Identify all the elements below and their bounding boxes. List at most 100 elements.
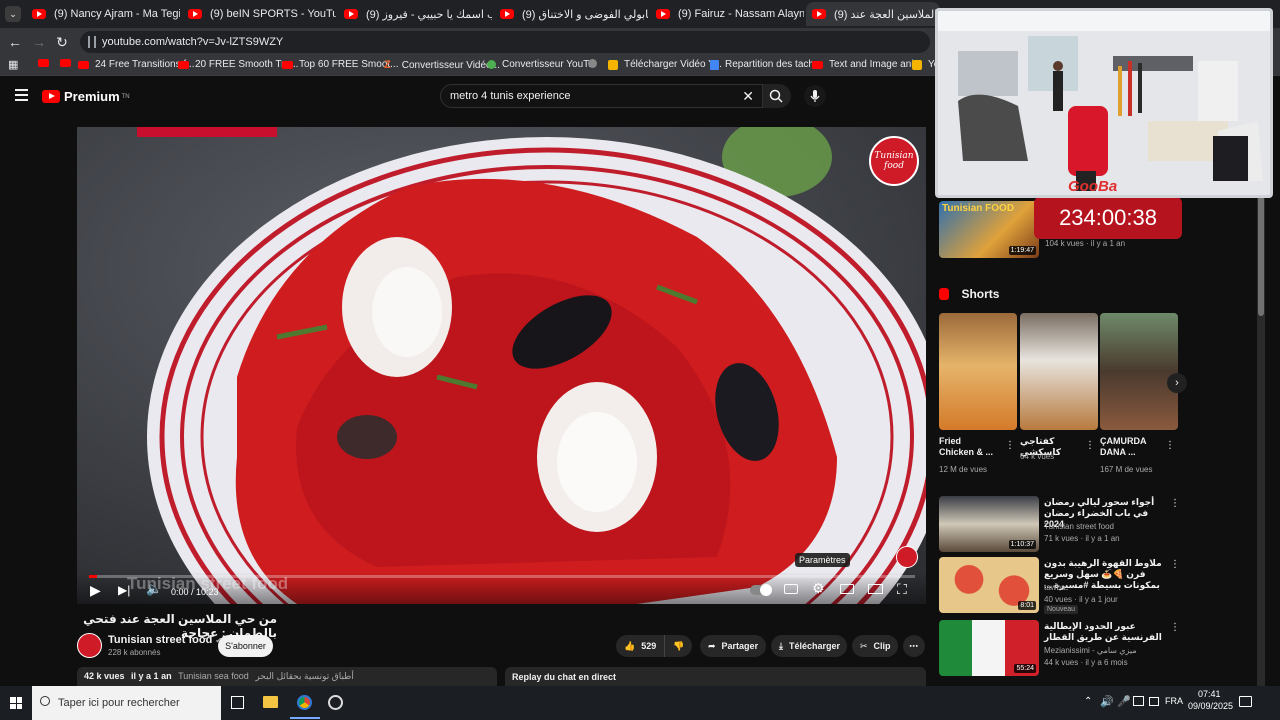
video-thumbnail[interactable]: Tunisian FOOD 1:19:47 <box>939 201 1039 258</box>
thumbs-down-icon: 👎 <box>673 640 685 651</box>
more-vertical-icon[interactable]: ⋮ <box>1170 498 1180 509</box>
scrollbar-thumb[interactable] <box>1258 196 1264 316</box>
battery-icon[interactable] <box>1149 697 1159 706</box>
more-actions-button[interactable]: ⋯ <box>903 635 925 657</box>
live-chat-replay[interactable]: Replay du chat en direct <box>505 667 926 687</box>
clear-search-icon[interactable]: ✕ <box>742 88 754 105</box>
video-player[interactable] <box>77 127 926 604</box>
more-vertical-icon[interactable]: ⋮ <box>1165 440 1175 451</box>
channel-name-text: Tunisian street food <box>108 634 213 646</box>
obs-icon[interactable] <box>328 695 343 710</box>
active-app-underline <box>290 717 320 719</box>
more-vertical-icon[interactable]: ⋮ <box>1170 622 1180 633</box>
apps-icon[interactable]: ▦ <box>8 58 18 71</box>
channel-watermark-logo: Tunisian food <box>869 136 919 186</box>
like-count: 529 <box>641 641 657 651</box>
shorts-next-button[interactable]: › <box>1167 373 1187 393</box>
site-info-icon[interactable] <box>88 36 96 48</box>
next-icon[interactable]: ▶| <box>118 583 130 597</box>
video-thumbnail[interactable]: 8:01 <box>939 557 1039 613</box>
play-icon[interactable]: ▶ <box>90 583 101 597</box>
shorts-icon <box>939 287 949 300</box>
browser-tab-active[interactable]: من حي الملاسين العجة عند (9) <box>806 2 940 26</box>
subtitles-icon[interactable] <box>784 584 798 594</box>
video-meta: 104 k vues · il y a 1 an <box>1045 239 1126 248</box>
dislike-button[interactable]: 👎 <box>664 635 692 657</box>
subscribe-button[interactable]: S'abonner <box>218 635 273 657</box>
volume-tray-icon[interactable]: 🔊 <box>1100 695 1114 708</box>
bookmark-globe[interactable] <box>588 59 603 68</box>
bookmark-item[interactable]: 20 FREE Smooth Tra... <box>178 59 298 70</box>
clock-time[interactable]: 07:41 <box>1198 689 1221 699</box>
short-thumbnail[interactable] <box>1020 313 1098 430</box>
channel-avatar[interactable] <box>77 633 102 658</box>
browser-tab[interactable]: (9) شاهد نابولي الفوضى و الاختناق✕ <box>494 2 648 26</box>
bookmark-item[interactable]: Text and Image ani... <box>812 59 922 70</box>
search-input[interactable]: metro 4 tunis experience ✕ <box>440 84 763 108</box>
like-button[interactable]: 👍 529 <box>616 635 664 657</box>
bookmark-item[interactable]: Convertisseur YouT... <box>487 59 597 70</box>
more-vertical-icon[interactable]: ⋮ <box>1005 440 1015 451</box>
more-vertical-icon[interactable]: ⋮ <box>1170 559 1180 570</box>
theater-mode-icon[interactable] <box>868 584 883 594</box>
bookmark-item[interactable]: Z Convertisseur Vidéo... <box>384 59 500 71</box>
voice-search-button[interactable] <box>804 85 826 107</box>
more-vertical-icon[interactable]: ⋮ <box>1085 440 1095 451</box>
browser-tab[interactable]: (9) beIN SPORTS - YouTube✕ <box>182 2 336 26</box>
reload-icon[interactable]: ↻ <box>54 34 70 50</box>
back-icon[interactable]: ← <box>7 34 23 50</box>
bookmark-youtube-2[interactable] <box>60 59 77 67</box>
browser-tab[interactable]: (9) Nancy Ajram - Ma Tegi Here✕ <box>26 2 180 26</box>
youtube-header: Premium TN metro 4 tunis experience ✕ <box>0 76 935 116</box>
bookmark-item[interactable]: Top 60 FREE Smoot... <box>282 59 399 70</box>
bookmark-item[interactable]: Télécharger Vidéo Y... <box>608 59 722 70</box>
share-icon: ➦ <box>708 640 716 651</box>
youtube-icon <box>812 9 826 19</box>
youtube-icon <box>78 60 89 69</box>
short-thumbnail[interactable] <box>1100 313 1178 430</box>
file-explorer-icon[interactable] <box>263 696 278 708</box>
youtube-premium-logo[interactable]: Premium TN <box>42 89 130 104</box>
autoplay-toggle[interactable] <box>750 584 772 596</box>
language-indicator[interactable]: FRA <box>1165 696 1183 706</box>
short-thumbnail[interactable] <box>939 313 1017 430</box>
settings-gear-icon[interactable]: ⚙ <box>812 581 825 595</box>
search-button[interactable] <box>763 84 791 108</box>
stream-timer: 234:00:38 <box>1034 197 1182 239</box>
chrome-icon[interactable] <box>297 695 312 710</box>
network-icon[interactable] <box>1133 696 1144 706</box>
channel-name[interactable]: Tunisian street food ✔ <box>108 634 222 646</box>
clip-button[interactable]: ✂ Clip <box>852 635 898 657</box>
video-thumbnail[interactable]: 1:10:37 <box>939 496 1039 552</box>
miniplayer-icon[interactable] <box>840 584 854 594</box>
bookmark-item[interactable]: Repartition des tach... <box>710 59 822 70</box>
download-button[interactable]: ⤓ Télécharger <box>771 635 847 657</box>
fullscreen-icon[interactable]: ⛶ <box>897 582 907 596</box>
browser-tab[interactable]: (9) Fairuz - Nassam Alayna El H✕ <box>650 2 804 26</box>
tray-chevron-icon[interactable]: ⌃ <box>1084 696 1092 707</box>
progress-bar[interactable] <box>89 575 915 578</box>
address-bar[interactable]: youtube.com/watch?v=Jv-lZTS9WZY <box>80 31 930 53</box>
bookmark-youtube-1[interactable] <box>38 59 55 67</box>
description-box[interactable]: 42 k vues il y a 1 an Tunisian sea food … <box>77 667 497 687</box>
taskbar-search-box[interactable]: Taper ici pour rechercher <box>32 686 221 720</box>
forward-icon[interactable]: → <box>31 34 47 50</box>
clock-date[interactable]: 09/09/2025 <box>1188 701 1233 711</box>
notifications-icon[interactable] <box>1239 696 1252 707</box>
volume-icon[interactable]: 🔈 <box>146 582 162 596</box>
description-arabic: أطباق تونسية بحقائل البحر <box>255 671 354 681</box>
youtube-icon <box>32 9 46 19</box>
share-button[interactable]: ➦ Partager <box>700 635 766 657</box>
scissors-icon: ✂ <box>860 640 868 651</box>
browser-tab[interactable]: (9) يكتب اسمك يا حبيبي - فيروز |✕ <box>338 2 492 26</box>
task-view-icon[interactable] <box>231 696 244 709</box>
video-thumbnail[interactable]: 55:24 <box>939 620 1039 676</box>
menu-icon[interactable] <box>15 89 28 101</box>
microphone-tray-icon[interactable]: 🎤 <box>1117 695 1131 708</box>
windows-start-icon[interactable] <box>10 697 22 709</box>
tab-list-button[interactable]: ⌄ <box>5 6 21 22</box>
tab-title: من حي الملاسين العجة عند (9) <box>834 8 940 21</box>
microphone-icon <box>810 90 820 102</box>
description-snippet: Tunisian sea food <box>178 671 249 681</box>
webcam-overlay: GooBa <box>935 8 1273 198</box>
